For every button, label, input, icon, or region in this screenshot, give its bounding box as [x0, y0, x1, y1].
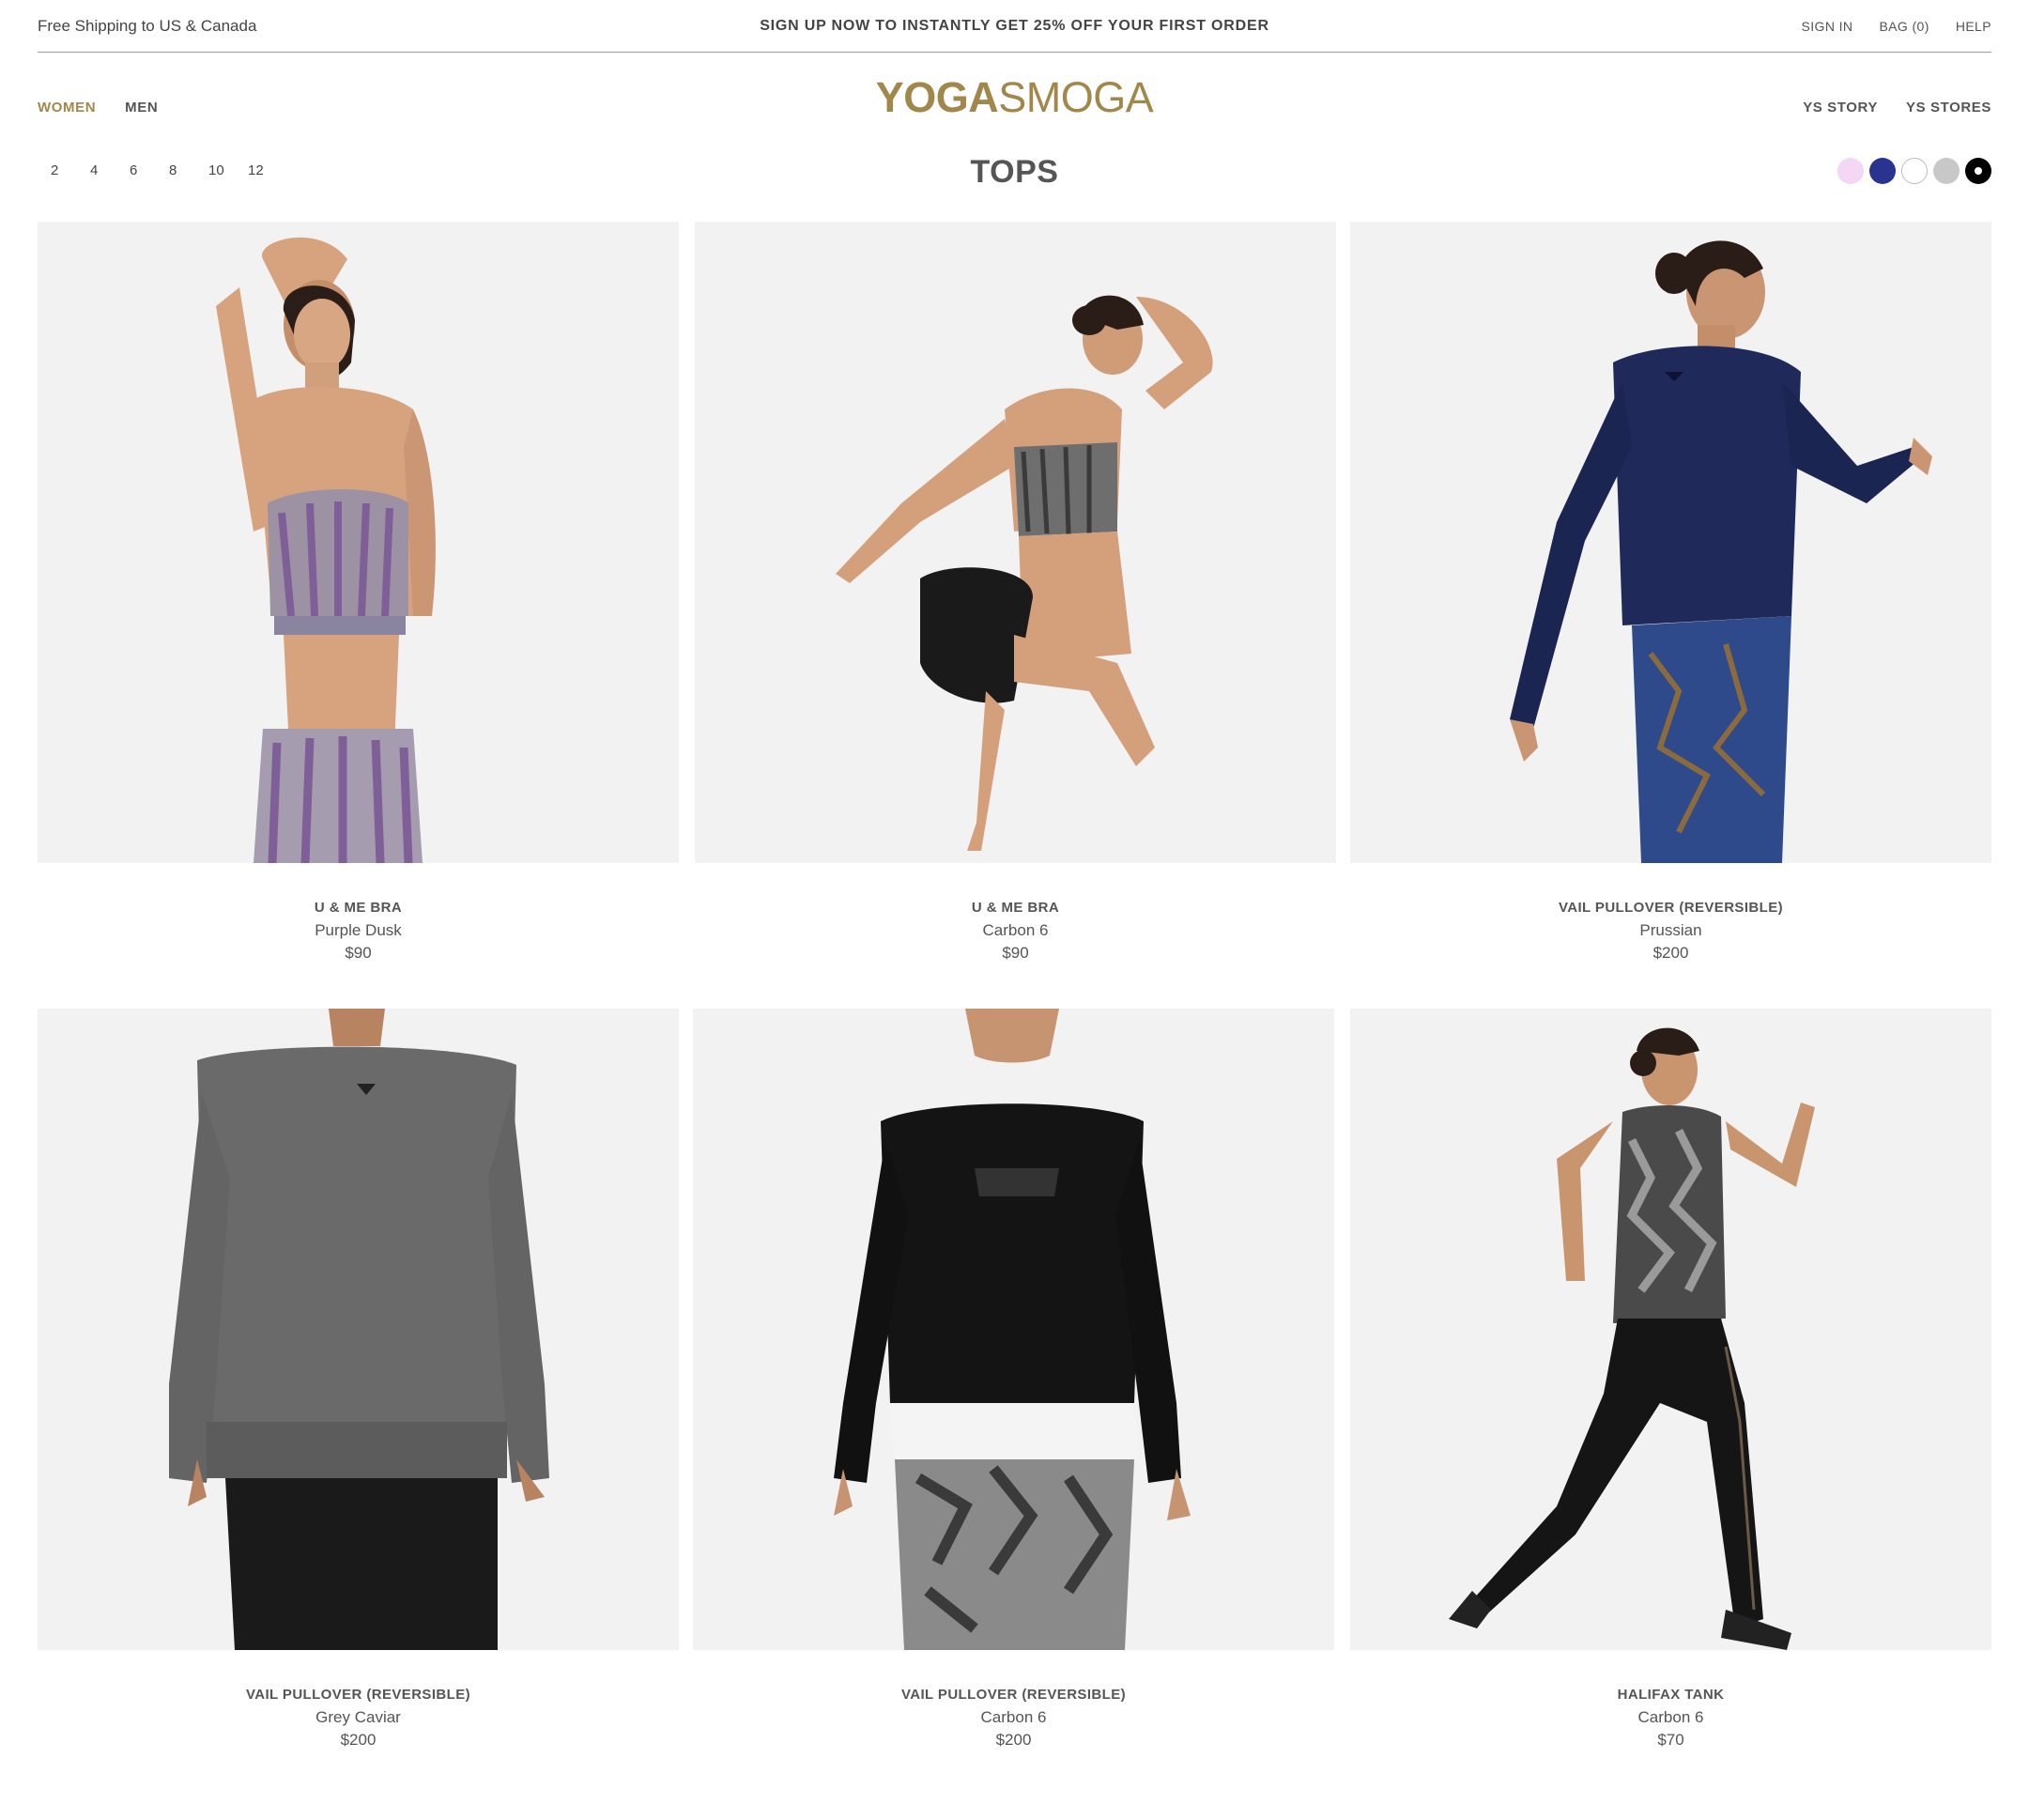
main-nav: WOMEN MEN YOGASMOGA YS STORY YS STORES [38, 73, 1991, 139]
product-price: $90 [1002, 944, 1029, 962]
swatch-navy[interactable] [1869, 158, 1896, 184]
product-price: $200 [995, 1731, 1032, 1749]
product-price: $200 [340, 1731, 377, 1749]
swatch-black[interactable] [1965, 158, 1991, 184]
product-name[interactable]: U & ME BRA [695, 897, 1336, 919]
product-color: Grey Caviar [315, 1708, 401, 1726]
product-card[interactable]: HALIFAX TANK Carbon 6 $70 [1350, 1009, 1991, 1751]
help-link[interactable]: HELP [1956, 19, 1991, 34]
model-figure-bra-carbon [836, 295, 1213, 851]
product-price: $200 [1652, 944, 1689, 962]
logo-text-yoga: YOGA [875, 73, 999, 121]
utility-nav: SIGN IN BAG (0) HELP [1802, 19, 1991, 34]
model-figure-pullover-prussian [1510, 240, 1932, 863]
product-price: $90 [345, 944, 372, 962]
sign-in-link[interactable]: SIGN IN [1802, 19, 1853, 34]
product-image[interactable] [693, 1009, 1334, 1650]
swatch-pink[interactable] [1837, 158, 1864, 184]
swatch-grey[interactable] [1933, 158, 1960, 184]
product-image[interactable] [1350, 222, 1991, 863]
brand-logo[interactable]: YOGASMOGA [38, 73, 1991, 122]
product-card[interactable]: U & ME BRA Purple Dusk $90 [38, 222, 679, 964]
secondary-nav: YS STORY YS STORES [1803, 100, 1991, 116]
model-figure-pullover-carbon [834, 1009, 1191, 1650]
product-image[interactable] [1350, 1009, 1991, 1650]
product-name[interactable]: VAIL PULLOVER (REVERSIBLE) [693, 1684, 1334, 1706]
bag-link[interactable]: BAG (0) [1879, 19, 1929, 34]
page-title: TOPS [970, 154, 1059, 190]
signup-promo-link[interactable]: SIGN UP NOW TO INSTANTLY GET 25% OFF YOU… [38, 18, 1991, 35]
product-image[interactable] [695, 222, 1336, 863]
product-color: Carbon 6 [980, 1708, 1047, 1726]
product-color: Carbon 6 [982, 921, 1049, 939]
product-image[interactable] [38, 222, 679, 863]
model-figure-tank-carbon [1449, 1027, 1815, 1650]
nav-ys-story[interactable]: YS STORY [1803, 100, 1878, 116]
product-card[interactable]: U & ME BRA Carbon 6 $90 [695, 222, 1336, 964]
product-color: Prussian [1639, 921, 1702, 939]
product-price: $70 [1657, 1731, 1684, 1749]
product-card[interactable]: VAIL PULLOVER (REVERSIBLE) Grey Caviar $… [38, 1009, 679, 1751]
model-figure-bra-purple [216, 237, 436, 863]
product-name[interactable]: HALIFAX TANK [1350, 1684, 1991, 1706]
product-color: Carbon 6 [1637, 1708, 1704, 1726]
nav-ys-stores[interactable]: YS STORES [1906, 100, 1991, 116]
product-card[interactable]: VAIL PULLOVER (REVERSIBLE) Carbon 6 $200 [693, 1009, 1334, 1751]
product-name[interactable]: U & ME BRA [38, 897, 679, 919]
logo-text-smoga: SMOGA [998, 73, 1154, 121]
product-image[interactable] [38, 1009, 679, 1650]
filter-bar: 2 4 6 8 10 12 TOPS [38, 150, 1991, 197]
product-name[interactable]: VAIL PULLOVER (REVERSIBLE) [38, 1684, 679, 1706]
product-name[interactable]: VAIL PULLOVER (REVERSIBLE) [1350, 897, 1991, 919]
product-card[interactable]: VAIL PULLOVER (REVERSIBLE) Prussian $200 [1350, 222, 1991, 964]
product-color: Purple Dusk [315, 921, 402, 939]
model-figure-pullover-grey [169, 1009, 549, 1650]
swatch-white[interactable] [1901, 158, 1928, 184]
top-bar: Free Shipping to US & Canada SIGN UP NOW… [38, 0, 1991, 53]
color-filter [1837, 158, 1991, 184]
